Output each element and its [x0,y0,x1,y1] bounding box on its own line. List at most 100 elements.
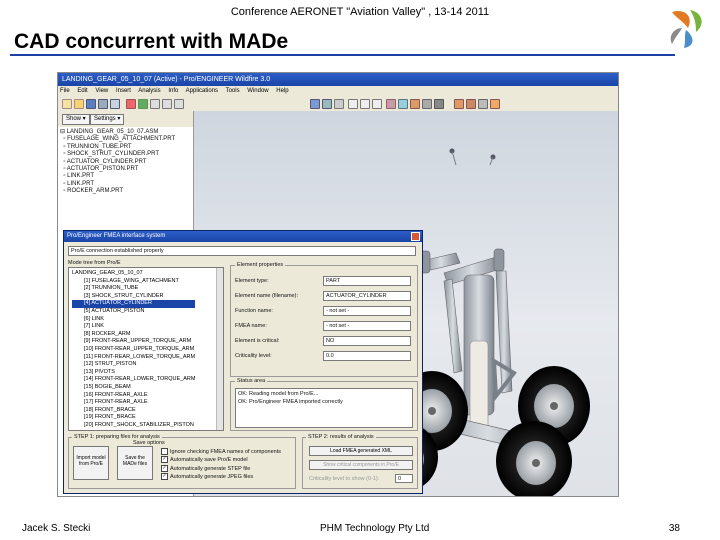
zoom-in-icon[interactable] [348,99,358,109]
view-manager-icon[interactable] [386,99,396,109]
new-icon[interactable] [62,99,72,109]
repaint-icon[interactable] [310,99,320,109]
coord-sys-icon[interactable] [478,99,488,109]
connection-status-field: Pro/E connection established properly [68,246,416,256]
saved-views-icon[interactable] [398,99,408,109]
tree-item[interactable]: ▫ ROCKER_ARM.PRT [60,188,175,195]
email-icon[interactable] [110,99,120,109]
load-xml-button[interactable]: Load FMEA generated XML [309,446,413,456]
tree-item[interactable]: [4] ACTUATOR_CYLINDER [72,300,196,308]
tree-item[interactable]: ▫ LINK.PRT [60,173,175,180]
option-generate-jpeg[interactable]: ✓ Automatically generate JPEG files [161,473,281,481]
tree-item[interactable]: [5] ACTUATOR_PISTON [72,308,195,316]
tree-item[interactable]: ▫ ACTUATOR_PISTON.PRT [60,166,175,173]
tree-item[interactable]: [14] FRONT-REAR_LOWER_TORQUE_ARM [72,376,195,384]
footer-author: Jacek S. Stecki [22,523,91,534]
checkbox-checked-icon[interactable]: ✓ [161,456,168,464]
fmea-mode-tree: LANDING_GEAR_05_10_07 [1] FUSELAGE_WING_A… [68,267,224,431]
tree-item[interactable]: [20] FRONT_SHOCK_STABILIZER_PISTON [72,422,195,430]
menu-edit[interactable]: Edit [77,88,87,94]
copy-icon[interactable] [162,99,172,109]
cut-icon[interactable] [150,99,160,109]
property-value[interactable]: PART [323,276,411,286]
element-properties-group: Element properties Element type: PART Elem… [230,262,418,377]
tree-item[interactable]: [16] FRONT-REAR_AXLE [72,392,195,400]
print-icon[interactable] [98,99,108,109]
tree-item[interactable]: [3] SHOCK_STRUT_CYLINDER [72,293,195,301]
tree-item[interactable]: [9] FRONT-REAR_UPPER_TORQUE_ARM [72,338,195,346]
menu-applications[interactable]: Applications [186,88,218,94]
tree-item[interactable]: [10] FRONT-REAR_UPPER_TORQUE_ARM [72,346,195,354]
import-model-button[interactable]: Import model from Pro/E [73,446,109,480]
criticality-level-input[interactable]: 0 [395,474,413,483]
option-save-proe-model[interactable]: ✓ Automatically save Pro/E model [161,456,281,464]
tree-item[interactable]: [17] FRONT-REAR_AXLE [72,399,195,407]
hidden-line-icon[interactable] [434,99,444,109]
checkbox-checked-icon[interactable]: ✓ [161,464,168,472]
open-icon[interactable] [74,99,84,109]
tree-item[interactable]: [19] FRONT_BRACE [72,414,195,422]
tree-item[interactable]: [2] TRUNNION_TUBE [72,285,195,293]
close-icon[interactable] [411,232,420,241]
property-label: FMEA name: [235,323,267,329]
checkbox-checked-icon[interactable]: ✓ [161,473,168,481]
property-row: Element name (filename): ACTUATOR_CYLINDE… [235,291,415,306]
tree-item[interactable]: [13] PIVOTS [72,369,195,377]
tree-item[interactable]: ▫ ACTUATOR_CYLINDER.PRT [60,159,175,166]
show-critical-button[interactable]: Show critical components in Pro/E [309,460,413,470]
orient-icon[interactable] [334,99,344,109]
tree-item[interactable]: ▫ SHOCK_STRUT_CYLINDER.PRT [60,151,175,158]
checkbox-icon[interactable] [161,448,168,455]
property-value[interactable]: - not set - [323,321,411,331]
menu-view[interactable]: View [95,88,108,94]
paste-icon[interactable] [174,99,184,109]
tree-item[interactable]: ▫ FUSELAGE_WING_ATTACHMENT.PRT [60,136,175,143]
option-ignore-checking[interactable]: Ignore checking FMEA names of components [161,448,281,456]
property-value[interactable]: NO [323,336,411,346]
annotation-icon[interactable] [490,99,500,109]
app-toolbar [58,96,618,112]
menu-window[interactable]: Window [247,88,268,94]
tree-item[interactable]: [7] LINK [72,323,195,331]
tree-item[interactable]: ▫ LINK.PRT [60,181,175,188]
menu-file[interactable]: File [60,88,70,94]
tree-item[interactable]: ▫ TRUNNION_TUBE.PRT [60,144,175,151]
dialog-titlebar: Pro/Engineer FMEA interface system [64,231,422,242]
status-line: OK: Pro/Engineer FMEA imported correctly [238,399,343,405]
menu-info[interactable]: Info [168,88,178,94]
tree-item[interactable]: [12] STRUT_PISTON [72,361,195,369]
save-made-files-button[interactable]: Save the MADe files [117,446,153,480]
status-log: OK: Reading model from Pro/E... OK: Pro/… [235,388,413,428]
undo-icon[interactable] [126,99,136,109]
zoom-out-icon[interactable] [360,99,370,109]
tree-item[interactable]: [1] FUSELAGE_WING_ATTACHMENT [72,278,195,286]
tree-item[interactable]: [15] BOGIE_BEAM [72,384,195,392]
wireframe-icon[interactable] [422,99,432,109]
tree-root[interactable]: LANDING_GEAR_05_10_07 [72,270,195,278]
tree-item[interactable]: [18] FRONT_BRACE [72,407,195,415]
property-value[interactable]: ACTUATOR_CYLINDER [323,291,411,301]
menu-help[interactable]: Help [276,88,288,94]
menu-insert[interactable]: Insert [116,88,131,94]
property-value[interactable]: - not set - [323,306,411,316]
property-label: Function name: [235,308,273,314]
tree-scrollbar[interactable] [216,268,223,430]
criticality-level-label: Criticality level to show (0-1): [309,476,380,482]
menu-tools[interactable]: Tools [226,88,240,94]
datum-axes-icon[interactable] [454,99,464,109]
tree-item[interactable]: [8] ROCKER_ARM [72,331,195,339]
spin-center-icon[interactable] [322,99,332,109]
datum-planes-icon[interactable] [410,99,420,109]
refit-icon[interactable] [372,99,382,109]
save-icon[interactable] [86,99,96,109]
menu-analysis[interactable]: Analysis [138,88,160,94]
datum-points-icon[interactable] [466,99,476,109]
settings-button[interactable]: Settings ▾ [90,114,125,125]
tree-item[interactable]: [6] LINK [72,316,195,324]
redo-icon[interactable] [138,99,148,109]
property-value[interactable]: 0.0 [323,351,411,361]
tree-item[interactable]: [11] FRONT-REAR_LOWER_TORQUE_ARM [72,354,195,362]
show-button[interactable]: Show ▾ [62,114,90,125]
tree-item[interactable]: ⊟ LANDING_GEAR_05_10_07.ASM [60,129,175,136]
option-generate-step[interactable]: ✓ Automatically generate STEP file [161,464,281,473]
